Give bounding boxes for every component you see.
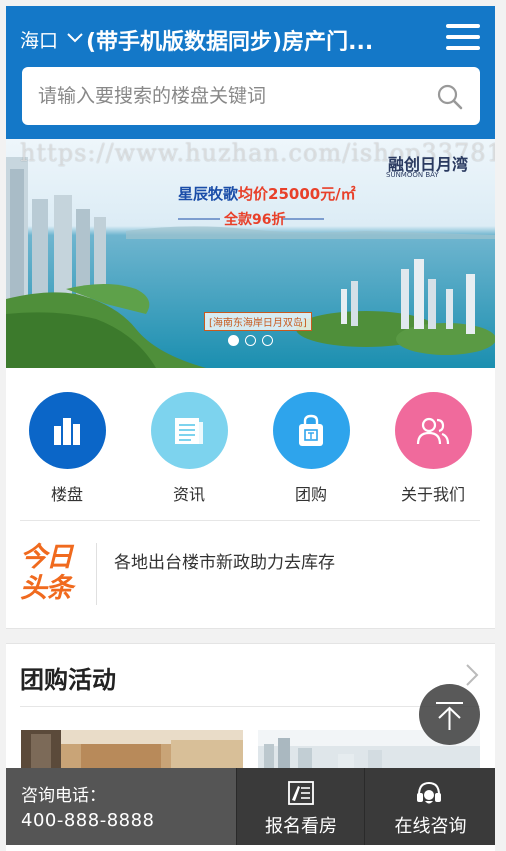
nav-item-buildings[interactable]: 楼盘: [17, 392, 117, 505]
site-title: (带手机版数据同步)房产门...: [86, 30, 374, 55]
nav-item-about-us[interactable]: 关于我们: [383, 392, 483, 505]
online-consult-button[interactable]: 在线咨询: [364, 768, 495, 845]
page-frame: 海口 (带手机版数据同步)房产门... 请输入要搜索的楼盘关键词 https:/…: [6, 6, 495, 851]
chevron-down-icon[interactable]: [66, 30, 84, 44]
banner-discount: 全款96折: [224, 212, 286, 228]
buildings-icon: [54, 417, 80, 445]
users-icon: [416, 417, 450, 444]
nav-label: 关于我们: [400, 485, 465, 504]
phone-contact[interactable]: 咨询电话： 400-888-8888: [6, 768, 236, 845]
nav-circle: [28, 392, 106, 469]
phone-label: 咨询电话：: [21, 786, 106, 806]
carousel-indicators: [228, 331, 279, 350]
divider: [20, 706, 480, 707]
nav-circle: [150, 392, 228, 469]
banner-slogan-prefix: 星辰牧歌: [178, 185, 239, 203]
signup-viewing-button[interactable]: 报名看房: [236, 768, 364, 845]
carousel-dot[interactable]: [228, 335, 239, 346]
nav-circle: [394, 392, 472, 469]
toutiao-logo: 今日 头条: [20, 542, 82, 606]
signup-form-icon: [288, 781, 314, 805]
section-gap: [6, 628, 495, 644]
menu-icon-bar: [446, 46, 480, 50]
nav-item-group-buy[interactable]: 团购: [261, 392, 361, 505]
banner-brand-sub: SUNMOON BAY: [386, 171, 439, 179]
news-icon: [175, 417, 203, 444]
phone-number: 400-888-8888: [21, 810, 155, 831]
divider: [96, 543, 97, 605]
category-nav: 楼盘 资讯 团购 关于我们: [6, 368, 495, 518]
banner-carousel[interactable]: https://www.huzhan.com/ishop33781 融创日月湾 …: [6, 139, 495, 368]
carousel-dot[interactable]: [262, 335, 273, 346]
nav-label: 资讯: [172, 485, 205, 504]
search-input[interactable]: [22, 67, 422, 125]
shopping-bag-icon: [299, 414, 323, 446]
signup-viewing-label: 报名看房: [265, 816, 337, 837]
menu-button[interactable]: [446, 24, 480, 52]
search-icon[interactable]: [436, 83, 464, 111]
banner-slogan: 星辰牧歌均价25000元/㎡: [178, 183, 356, 204]
menu-icon-bar: [446, 35, 480, 39]
toutiao-logo-line1: 今日: [20, 542, 73, 573]
back-to-top-button[interactable]: [419, 684, 480, 745]
search-box: [22, 67, 480, 125]
page-edge: [495, 0, 506, 851]
headline-news-link[interactable]: 各地出台楼市新政助力去库存: [114, 548, 335, 573]
headset-icon: [417, 781, 441, 804]
nav-item-news[interactable]: 资讯: [139, 392, 239, 505]
footer-bar: 咨询电话： 400-888-8888 报名看房 在线咨询: [6, 768, 495, 845]
menu-icon-bar: [446, 24, 480, 28]
city-selector[interactable]: 海口: [20, 26, 58, 53]
carousel-dot[interactable]: [245, 335, 256, 346]
nav-label: 团购: [294, 485, 327, 504]
banner-price: 均价25000元/㎡: [238, 185, 356, 203]
arrow-up-icon: [436, 702, 463, 730]
banner-location-tag: [海南东海岸日月双岛]: [204, 312, 312, 331]
nav-label: 楼盘: [50, 485, 83, 504]
nav-circle: [272, 392, 350, 469]
section-title: 团购活动: [20, 666, 116, 694]
header: 海口 (带手机版数据同步)房产门...: [6, 6, 495, 139]
divider: [20, 520, 480, 521]
online-consult-label: 在线咨询: [394, 816, 467, 837]
toutiao-logo-line2: 头条: [20, 573, 73, 604]
